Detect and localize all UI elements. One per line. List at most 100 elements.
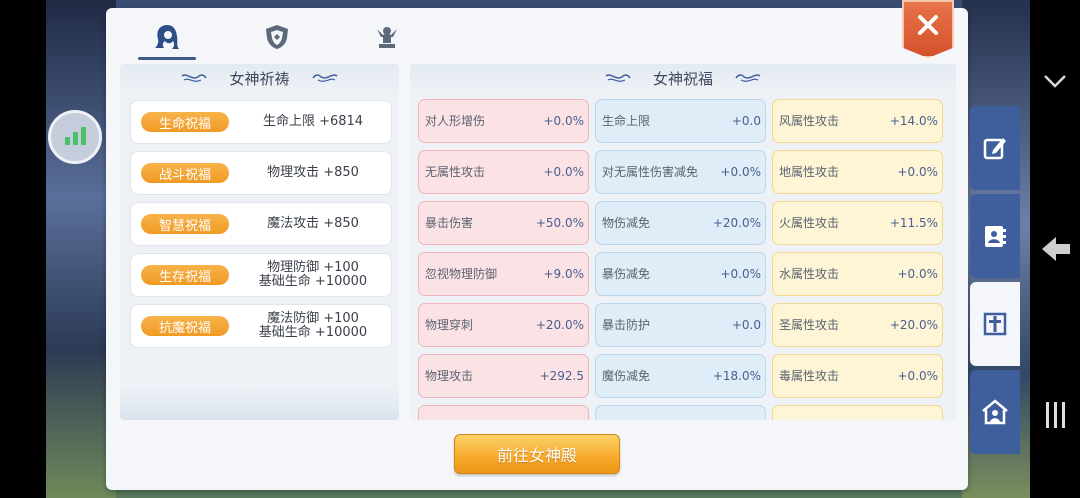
signal-bar: [64, 137, 70, 145]
stat-cell: 无属性攻击 +0.0%: [418, 150, 589, 194]
stat-cell: 毒属性攻击 +0.0%: [772, 354, 943, 398]
stat-label: 暴击伤害: [425, 215, 474, 230]
stat-label: 对人形增伤: [425, 113, 486, 128]
stat-value: +0.0%: [897, 369, 938, 383]
stat-value: +0.0: [731, 114, 761, 128]
blessing-badge: 生命祝福: [141, 112, 229, 132]
blessing-line: 物理攻击 +850: [267, 165, 359, 180]
blessing-line: 魔法攻击 +850: [267, 216, 359, 231]
swirl-ornament-icon: [605, 74, 631, 82]
stat-label: 暴伤减免: [602, 266, 651, 281]
stat-label: 风属性攻击: [779, 113, 840, 128]
tab-goddess-prayer[interactable]: [136, 14, 198, 60]
goddess-panel: 女神祈祷 生命祝福 生命上限 +6814 战斗祝福 物理攻击 +850 智慧祝福…: [106, 0, 968, 490]
close-button[interactable]: [902, 0, 954, 58]
go-to-goddess-temple-button[interactable]: 前往女神殿: [454, 434, 620, 474]
contact-book-icon: [985, 226, 1006, 247]
blessing-row: 智慧祝福 魔法攻击 +850: [130, 202, 392, 246]
swirl-ornament-icon: [735, 74, 761, 82]
side-tab-edit[interactable]: [970, 106, 1020, 190]
goddess-prayer-section: 女神祈祷 生命祝福 生命上限 +6814 战斗祝福 物理攻击 +850 智慧祝福…: [120, 64, 399, 420]
stat-label: 地属性攻击: [779, 164, 840, 179]
stat-value: +0.0%: [897, 267, 938, 281]
blessing-line: 物理防御 +100: [267, 260, 359, 275]
stat-cell: 水属性攻击 +0.0%: [772, 252, 943, 296]
screen-edge-left: [0, 0, 46, 498]
signal-bar: [72, 132, 78, 145]
blessing-row: 战斗祝福 物理攻击 +850: [130, 151, 392, 195]
stat-cell: 暴击伤害 +50.0%: [418, 201, 589, 245]
stat-label: 火属性攻击: [779, 215, 840, 230]
stat-cell: 地属性攻击 +0.0%: [772, 150, 943, 194]
stat-value: +292.5: [539, 369, 584, 383]
stat-cell: 魔伤减免 +18.0%: [595, 354, 766, 398]
stat-value: +0.0%: [543, 114, 584, 128]
section-title: 女神祈祷: [229, 69, 290, 88]
blessing-line: 基础生命 +10000: [258, 274, 368, 289]
stat-cell: 生命上限 +0.0: [595, 99, 766, 143]
blessing-line: 生命上限 +6814: [262, 114, 364, 129]
stat-label: 魔伤减免: [602, 368, 651, 383]
stat-cell: 忽视物理防御 +9.0%: [418, 252, 589, 296]
blessing-value: 魔法攻击 +850: [241, 203, 385, 245]
edit-icon: [983, 138, 1006, 160]
statue-icon: [377, 27, 397, 48]
stat-cell: 物伤减免 +20.0%: [595, 201, 766, 245]
blessing-row: 生命祝福 生命上限 +6814: [130, 100, 392, 144]
stat-value: +18.0%: [712, 369, 761, 383]
blessing-row: 生存祝福 物理防御 +100 基础生命 +10000: [130, 253, 392, 297]
goddess-head-icon: [155, 25, 179, 49]
goddess-blessing-section: 女神祝福 对人形增伤 +0.0% 生命上限 +0.0 风属性攻击 +14.0% 无属性…: [410, 64, 956, 420]
blessing-value: 物理攻击 +850: [241, 152, 385, 194]
blessing-value: 生命上限 +6814: [241, 101, 385, 143]
blessing-value: 魔法防御 +100 基础生命 +10000: [241, 305, 385, 347]
tab-statue[interactable]: [356, 14, 418, 60]
side-tab-goddess[interactable]: [970, 282, 1020, 366]
close-icon: [918, 15, 938, 35]
stat-value: +0.0: [731, 318, 761, 332]
blessing-badge: 生存祝福: [141, 265, 229, 285]
stat-label: 物理穿刺: [425, 317, 474, 332]
house-person-icon: [982, 399, 1008, 425]
stat-value: +0.0%: [720, 267, 761, 281]
stat-cell: 暴伤减免 +0.0%: [595, 252, 766, 296]
section-header: 女神祈祷: [120, 64, 399, 92]
section-header: 女神祝福: [410, 64, 956, 92]
swirl-ornament-icon: [182, 74, 208, 82]
stat-cell: [595, 405, 766, 420]
stat-value: +0.0%: [720, 165, 761, 179]
stat-cell: [418, 405, 589, 420]
blessing-row: 抗魔祝福 魔法防御 +100 基础生命 +10000: [130, 304, 392, 348]
stat-cell: 物理穿刺 +20.0%: [418, 303, 589, 347]
stat-label: 物理攻击: [425, 368, 474, 383]
network-signal-button[interactable]: [48, 110, 102, 164]
stat-value: +0.0%: [897, 165, 938, 179]
section-title: 女神祝福: [652, 69, 713, 88]
blessing-line: 基础生命 +10000: [258, 325, 368, 340]
stat-label: 毒属性攻击: [779, 368, 840, 383]
stat-value: +14.0%: [889, 114, 938, 128]
blessing-line: 魔法防御 +100: [267, 311, 359, 326]
chevron-down-icon[interactable]: [1042, 68, 1068, 94]
recent-apps-icon[interactable]: [1044, 400, 1068, 430]
swirl-ornament-icon: [311, 74, 337, 82]
stat-label: 水属性攻击: [779, 266, 840, 281]
back-arrow-icon[interactable]: [1040, 233, 1072, 265]
cross-icon: [983, 312, 1007, 336]
stat-label: 无属性攻击: [425, 164, 486, 179]
blessing-badge: 战斗祝福: [141, 163, 229, 183]
side-tab-contacts[interactable]: [970, 194, 1020, 278]
stat-label: 暴击防护: [602, 317, 651, 332]
stat-cell: 火属性攻击 +11.5%: [772, 201, 943, 245]
tab-guild[interactable]: [246, 14, 308, 60]
android-navigation: [1030, 0, 1080, 498]
stat-value: +11.5%: [889, 216, 938, 230]
blessing-badge: 智慧祝福: [141, 214, 229, 234]
side-tab-house[interactable]: [970, 370, 1020, 454]
blessing-value: 物理防御 +100 基础生命 +10000: [241, 254, 385, 296]
blessing-badge: 抗魔祝福: [141, 316, 229, 336]
signal-bar: [80, 127, 86, 145]
stat-value: +20.0%: [712, 216, 761, 230]
stat-cell: 圣属性攻击 +20.0%: [772, 303, 943, 347]
stat-label: 物伤减免: [602, 215, 651, 230]
